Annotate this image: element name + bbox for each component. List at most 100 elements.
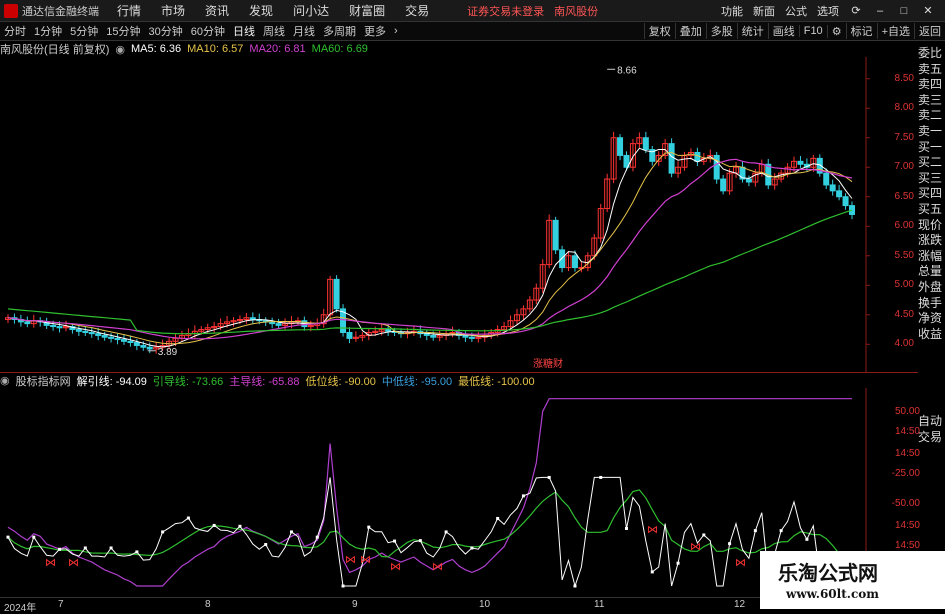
tool-f10[interactable]: F10 <box>798 25 827 37</box>
menu-discover[interactable]: 发现 <box>249 2 273 19</box>
indicator-dot-104 <box>676 561 680 565</box>
tool-add-watchlist[interactable]: +自选 <box>876 23 914 39</box>
candle-body-127 <box>823 172 830 186</box>
side-label-2[interactable]: 卖四 <box>918 77 945 93</box>
candle-body-129 <box>836 190 843 198</box>
menu-function[interactable]: 功能 <box>721 3 743 19</box>
period-15min[interactable]: 15分钟 <box>106 23 140 39</box>
signal-marker-1: ⋈ <box>68 556 79 569</box>
ind-tick-3: -25.00 <box>891 468 920 479</box>
tool-statistics[interactable]: 统计 <box>736 23 768 39</box>
indicator-settings-icon[interactable]: ◉ <box>0 374 10 387</box>
login-warning[interactable]: 证券交易未登录 <box>467 3 544 19</box>
indicator-dot-92 <box>599 475 603 479</box>
watermark-box: 乐淘公式网 www.60lt.com <box>760 551 945 609</box>
candle-body-128 <box>829 184 836 192</box>
period-monthly[interactable]: 月线 <box>293 23 315 39</box>
tool-mark[interactable]: 标记 <box>845 23 877 39</box>
candle-body-131 <box>849 205 855 215</box>
price-tick-0: 8.50 <box>894 72 914 84</box>
side-label-6[interactable]: 买一 <box>918 140 945 156</box>
gear-icon[interactable]: ⚙ <box>826 24 846 38</box>
indicator-dot-48 <box>315 535 319 539</box>
side-label-7[interactable]: 买二 <box>918 155 945 171</box>
candle-body-88 <box>571 255 578 269</box>
period-daily[interactable]: 日线 <box>233 23 255 39</box>
minimize-icon[interactable]: – <box>873 5 887 17</box>
auto-trade-side-panel: 自动 交易 <box>918 414 945 445</box>
tool-adjust[interactable]: 复权 <box>643 23 675 39</box>
candle-body-95 <box>617 137 624 156</box>
side-label-5[interactable]: 卖一 <box>918 124 945 140</box>
ind-tick-0: 50.00 <box>894 406 920 417</box>
chevron-right-icon[interactable]: › <box>394 25 398 37</box>
tag-label: 涨糖财 <box>533 357 563 370</box>
period-1min[interactable]: 1分钟 <box>34 23 62 39</box>
side-label-0[interactable]: 委比 <box>918 46 945 62</box>
candle-body-14 <box>95 333 102 336</box>
candlestick-chart[interactable]: 8.66 3.89 涨糖财 <box>0 57 880 372</box>
menu-wealth[interactable]: 财富圈 <box>349 2 385 19</box>
candle-body-130 <box>842 196 849 207</box>
candle-body-7 <box>50 324 57 328</box>
price-tick-2: 7.50 <box>894 131 914 143</box>
tool-back[interactable]: 返回 <box>914 23 945 39</box>
period-more[interactable]: 更多 <box>364 23 386 39</box>
period-30min[interactable]: 30分钟 <box>149 23 183 39</box>
menu-new-page[interactable]: 新面 <box>753 3 775 19</box>
tool-multi-stock[interactable]: 多股 <box>705 23 737 39</box>
chart-title: 南风股份(日线 前复权) <box>0 44 110 56</box>
side-label-10[interactable]: 买五 <box>918 202 945 218</box>
candle-body-123 <box>797 160 804 165</box>
side-label-14[interactable]: 总量 <box>918 264 945 280</box>
settings-dot-icon[interactable]: ◉ <box>115 43 125 56</box>
ind-tick-5: 14:50 <box>894 520 920 531</box>
side-label-1[interactable]: 卖五 <box>918 62 945 78</box>
side-label-18[interactable]: 收益 <box>918 327 945 343</box>
ma60-line <box>7 209 853 335</box>
side-label-12[interactable]: 涨跌 <box>918 233 945 249</box>
side-label-8[interactable]: 买三 <box>918 171 945 187</box>
menu-options[interactable]: 选项 <box>817 3 839 19</box>
indicator-chart[interactable]: ⋈ ⋈ ⋈ ⋈ ⋈ ⋈ ⋈ ⋈ ⋈ <box>0 388 880 596</box>
period-intraday[interactable]: 分时 <box>4 23 26 39</box>
maximize-icon[interactable]: □ <box>897 5 911 17</box>
side-label-15[interactable]: 外盘 <box>918 280 945 296</box>
period-multi[interactable]: 多周期 <box>323 23 356 39</box>
indicator-line2: 引导线: -73.66 <box>152 375 224 388</box>
period-5min[interactable]: 5分钟 <box>70 23 98 39</box>
indicator-dot-24 <box>161 530 165 534</box>
side-label-13[interactable]: 涨幅 <box>918 249 945 265</box>
period-60min[interactable]: 60分钟 <box>191 23 225 39</box>
ma20-label: MA20: 6.81 <box>249 43 306 55</box>
menu-formula[interactable]: 公式 <box>785 3 807 19</box>
side-label-11[interactable]: 现价 <box>918 218 945 234</box>
stock-name-top: 南风股份 <box>554 5 599 18</box>
indicator-dot-8 <box>58 547 62 551</box>
menu-trade[interactable]: 交易 <box>405 2 429 19</box>
side2-label-1[interactable]: 交易 <box>918 430 945 446</box>
candle-body-20 <box>133 342 140 346</box>
side-label-16[interactable]: 换手 <box>918 296 945 312</box>
side-label-9[interactable]: 买四 <box>918 186 945 202</box>
refresh-icon[interactable]: ⟳ <box>849 4 863 17</box>
menu-quotes[interactable]: 行情 <box>117 2 141 19</box>
chart-tools: 复权 叠加 多股 统计 画线 F10 ⚙ 标记 +自选 返回 <box>643 22 945 40</box>
menu-news[interactable]: 资讯 <box>205 2 229 19</box>
side-label-4[interactable]: 卖二 <box>918 108 945 124</box>
tool-draw[interactable]: 画线 <box>767 23 799 39</box>
menu-market[interactable]: 市场 <box>161 2 185 19</box>
side2-label-0[interactable]: 自动 <box>918 414 945 430</box>
candle-body-15 <box>101 334 108 338</box>
close-icon[interactable]: ✕ <box>921 4 935 17</box>
x-month-8: 8 <box>205 599 211 610</box>
candle-body-19 <box>127 340 134 344</box>
menu-ask[interactable]: 问小达 <box>293 2 329 19</box>
tool-overlay[interactable]: 叠加 <box>674 23 706 39</box>
side-label-17[interactable]: 净资 <box>918 311 945 327</box>
x-year: 2024年 <box>4 603 37 614</box>
side-label-3[interactable]: 卖三 <box>918 93 945 109</box>
period-weekly[interactable]: 周线 <box>263 23 285 39</box>
indicator-dot-28 <box>186 516 190 520</box>
price-tick-4: 6.50 <box>894 190 914 202</box>
